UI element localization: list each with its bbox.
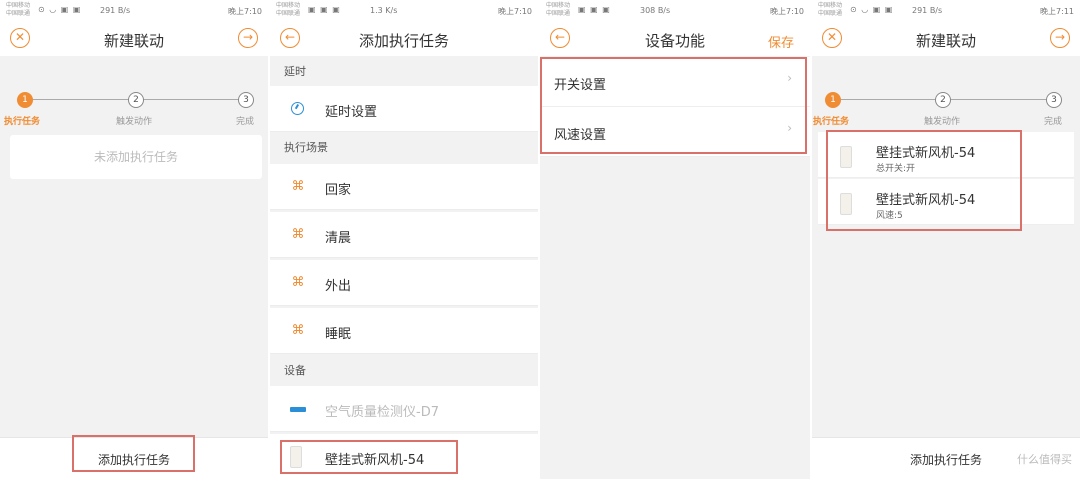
status-bar: 中国移动 中国联通 ⊙ ◡ ▣ ▣ 291 B/s 晚上7:10 — [0, 0, 268, 22]
carrier-labels: 中国移动 中国联通 — [276, 2, 300, 18]
list-item-delay[interactable]: 延时设置 — [270, 86, 538, 132]
screen-new-linkage-filled: 中国移动 中国联通 ⊙ ◡ ▣ ▣ 291 B/s 晚上7:11 ✕ 新建联动 … — [812, 0, 1080, 479]
list-item-scene[interactable]: ⌘ 睡眠 — [270, 308, 538, 354]
add-task-button[interactable]: 添加执行任务 — [910, 451, 982, 468]
list-item-label: 空气质量检测仪-D7 — [325, 405, 439, 420]
list-item-label: 清晨 — [325, 231, 352, 246]
carrier-2: 中国联通 — [6, 10, 31, 17]
step-2-dot: 2 — [128, 92, 144, 108]
watermark: 什么值得买 — [1017, 453, 1072, 466]
list-item-scene[interactable]: ⌘ 清晨 — [270, 212, 538, 258]
clock-time: 晚上7:11 — [1040, 7, 1074, 16]
clock-time: 晚上7:10 — [770, 7, 804, 16]
screen-new-linkage-empty: 中国移动 中国联通 ⊙ ◡ ▣ ▣ 291 B/s 晚上7:10 ✕ 新建联动 … — [0, 0, 268, 479]
step-3-label: 完成 — [236, 117, 255, 127]
step-1-dot: 1 — [825, 92, 841, 108]
highlight-box — [280, 440, 458, 474]
notification-icons: ⊙ ◡ ▣ ▣ — [850, 5, 894, 14]
status-bar: 中国移动 中国联通 ▣ ▣ ▣ 1.3 K/s 晚上7:10 — [270, 0, 538, 22]
network-speed: 308 B/s — [640, 6, 671, 15]
title-bar: ✕ 新建联动 → — [0, 22, 268, 56]
highlight-box — [72, 435, 195, 472]
step-1-label: 执行任务 — [4, 117, 41, 127]
step-2-label: 触发动作 — [116, 117, 153, 127]
clock-time: 晚上7:10 — [498, 7, 532, 16]
list-item-label: 睡眠 — [325, 327, 352, 342]
screen-add-task: 中国移动 中国联通 ▣ ▣ ▣ 1.3 K/s 晚上7:10 ← 添加执行任务 … — [270, 0, 538, 479]
notification-icons: ▣ ▣ ▣ — [578, 5, 611, 14]
carrier-labels: 中国移动 中国联通 — [546, 2, 570, 18]
title-bar: ← 设备功能 保存 — [540, 22, 810, 56]
notification-icons: ⊙ ◡ ▣ ▣ — [38, 5, 82, 14]
empty-task-placeholder: 未添加执行任务 — [10, 135, 262, 179]
stepper: 1 2 3 执行任务 触发动作 完成 — [812, 84, 1080, 128]
list-item-label: 回家 — [325, 183, 352, 198]
page-title: 新建联动 — [103, 32, 164, 50]
title-bar: ← 添加执行任务 — [270, 22, 538, 56]
arrow-right-icon[interactable]: → — [238, 28, 258, 48]
section-scene-header: 执行场景 — [284, 141, 328, 154]
screen-device-functions: 中国移动 中国联通 ▣ ▣ ▣ 308 B/s 晚上7:10 ← 设备功能 保存… — [540, 0, 810, 479]
list-item-label: 延时设置 — [325, 105, 378, 120]
step-1-dot: 1 — [17, 92, 33, 108]
carrier-1: 中国移动 — [818, 2, 843, 9]
title-bar: ✕ 新建联动 → — [812, 22, 1080, 56]
highlight-box — [826, 130, 1022, 231]
carrier-2: 中国联通 — [546, 10, 571, 17]
status-bar: 中国移动 中国联通 ⊙ ◡ ▣ ▣ 291 B/s 晚上7:11 — [812, 0, 1080, 22]
carrier-2: 中国联通 — [818, 10, 843, 17]
page-title: 添加执行任务 — [358, 32, 449, 50]
timer-icon — [291, 102, 304, 115]
list-item-label: 外出 — [325, 279, 352, 294]
highlight-box — [540, 57, 807, 154]
step-1-label: 执行任务 — [813, 117, 850, 127]
carrier-1: 中国移动 — [6, 2, 31, 9]
list-item-scene[interactable]: ⌘ 外出 — [270, 260, 538, 306]
air-monitor-icon — [290, 407, 306, 412]
clock-time: 晚上7:10 — [228, 7, 262, 16]
list-item-device[interactable]: 空气质量检测仪-D7 — [270, 386, 538, 432]
network-speed: 1.3 K/s — [370, 6, 398, 15]
stepper: 1 2 3 执行任务 触发动作 完成 — [0, 84, 268, 128]
status-bar: 中国移动 中国联通 ▣ ▣ ▣ 308 B/s 晚上7:10 — [540, 0, 810, 22]
step-2-dot: 2 — [935, 92, 951, 108]
notification-icons: ▣ ▣ ▣ — [308, 5, 341, 14]
carrier-labels: 中国移动 中国联通 — [6, 2, 30, 18]
arrow-right-icon[interactable]: → — [1050, 28, 1070, 48]
carrier-labels: 中国移动 中国联通 — [818, 2, 842, 18]
step-3-dot: 3 — [238, 92, 254, 108]
section-delay-header: 延时 — [284, 65, 306, 78]
network-speed: 291 B/s — [912, 6, 943, 15]
step-2-label: 触发动作 — [924, 117, 961, 127]
carrier-2: 中国联通 — [276, 10, 301, 17]
step-3-label: 完成 — [1044, 117, 1063, 127]
list-item-scene[interactable]: ⌘ 回家 — [270, 164, 538, 210]
section-device-header: 设备 — [284, 364, 306, 377]
scene-icon: ⌘ — [291, 275, 305, 290]
scene-icon: ⌘ — [291, 227, 305, 242]
save-button[interactable]: 保存 — [768, 32, 794, 51]
network-speed: 291 B/s — [100, 6, 131, 15]
scene-icon: ⌘ — [291, 179, 305, 194]
scene-icon: ⌘ — [291, 323, 305, 338]
carrier-1: 中国移动 — [276, 2, 301, 9]
carrier-1: 中国移动 — [546, 2, 571, 9]
step-3-dot: 3 — [1046, 92, 1062, 108]
page-title: 新建联动 — [915, 32, 976, 50]
